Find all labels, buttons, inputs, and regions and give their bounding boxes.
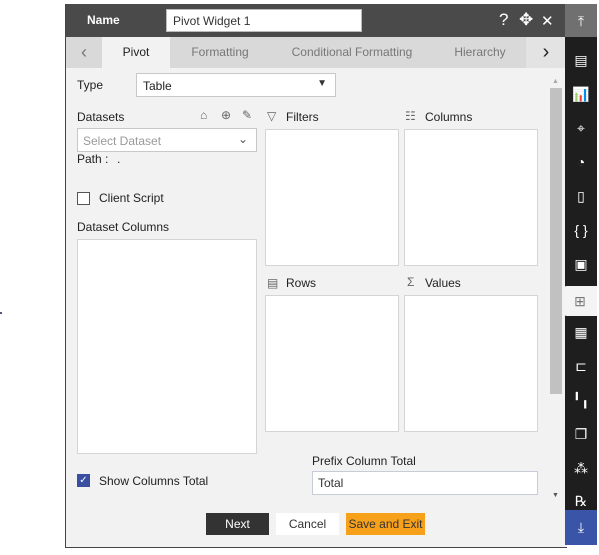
report-widget-icon[interactable]: ◔ xyxy=(565,145,597,179)
home-icon[interactable]: ⌂ xyxy=(200,108,207,122)
pivot-widget-panel: Name ? ✥ ✕ ‹ Pivot Formatting Conditiona… xyxy=(65,4,567,548)
add-circle-icon[interactable]: ⊕ xyxy=(221,108,231,122)
scroll-up-arrow-icon[interactable]: ▲ xyxy=(552,78,559,85)
form-widget-icon[interactable]: ▦ xyxy=(565,315,597,349)
chevron-down-icon: ⌄ xyxy=(237,132,248,146)
widget-sidebar: ⤒ ▤ 📊 ⌖ ◔ ▯ { } ▣ ⊞ ▦ ⊏ ╹╻ ❐ ⁂ ℞ ⤓ xyxy=(563,4,597,545)
sigma-icon: Σ xyxy=(407,275,415,289)
values-label: Values xyxy=(425,276,461,290)
scroll-down-arrow-icon[interactable]: ▼ xyxy=(552,492,559,499)
columns-label: Columns xyxy=(425,110,473,124)
tab-formatting[interactable]: Formatting xyxy=(170,37,270,68)
next-button[interactable]: Next xyxy=(206,513,269,535)
close-icon[interactable]: ✕ xyxy=(541,12,554,30)
move-icon[interactable]: ✥ xyxy=(519,10,533,30)
group-widget-icon[interactable]: ⁂ xyxy=(565,451,597,485)
path-value: . xyxy=(117,152,121,166)
document-widget-icon[interactable]: ▯ xyxy=(565,179,597,213)
path-label: Path : xyxy=(77,152,109,166)
dataset-columns-list[interactable] xyxy=(77,239,257,454)
help-icon[interactable]: ? xyxy=(499,10,508,30)
map-widget-icon[interactable]: ⌖ xyxy=(565,111,597,145)
chart-widget-icon[interactable]: 📊 xyxy=(565,77,597,111)
copy-widget-icon[interactable]: ❐ xyxy=(565,417,597,451)
pivot-widget-icon[interactable]: ⊞ xyxy=(563,286,597,316)
panel-header: Name ? ✥ ✕ xyxy=(66,4,566,37)
name-label: Name xyxy=(87,13,120,27)
rows-icon: ▤ xyxy=(267,276,279,290)
filter-icon: ▽ xyxy=(267,109,277,123)
widget-name-input[interactable] xyxy=(166,9,362,32)
columns-icon: ☷ xyxy=(405,109,416,123)
hierarchy-widget-icon[interactable]: ⊏ xyxy=(565,349,597,383)
image-widget-icon[interactable]: ▣ xyxy=(565,247,597,281)
filters-dropzone[interactable] xyxy=(265,129,399,266)
scroll-top-icon[interactable]: ⤒ xyxy=(565,4,597,37)
tab-prev-chevron-icon[interactable]: ‹ xyxy=(66,37,102,68)
scrollbar[interactable]: ▲ ▼ xyxy=(550,78,562,499)
tab-hierarchy[interactable]: Hierarchy xyxy=(434,37,526,68)
show-columns-total-checkbox[interactable]: ✓ xyxy=(77,474,90,487)
columns-dropzone[interactable] xyxy=(404,129,538,266)
values-dropzone[interactable] xyxy=(404,295,538,432)
prefix-column-total-input[interactable] xyxy=(312,471,538,495)
dataset-select[interactable]: Select Dataset ⌄ xyxy=(77,128,257,152)
caret-down-icon: ▼ xyxy=(317,78,327,89)
show-columns-total-label: Show Columns Total xyxy=(99,474,209,488)
tab-next-chevron-icon[interactable]: › xyxy=(526,37,566,68)
client-script-label: Client Script xyxy=(99,191,164,205)
tab-bar: ‹ Pivot Formatting Conditional Formattin… xyxy=(66,37,566,68)
client-script-checkbox[interactable] xyxy=(77,192,90,205)
kpi-widget-icon[interactable]: ╹╻ xyxy=(565,383,597,417)
code-widget-icon[interactable]: { } xyxy=(565,213,597,247)
prefix-column-total-label: Prefix Column Total xyxy=(312,454,416,468)
type-label: Type xyxy=(77,78,104,92)
table-widget-icon[interactable]: ▤ xyxy=(565,43,597,77)
dataset-placeholder: Select Dataset xyxy=(83,134,162,148)
rows-label: Rows xyxy=(286,276,317,290)
cancel-button[interactable]: Cancel xyxy=(276,513,339,535)
type-select[interactable]: Table ▼ xyxy=(136,73,336,97)
type-value: Table xyxy=(143,79,172,93)
save-and-exit-button[interactable]: Save and Exit xyxy=(346,513,425,535)
rows-dropzone[interactable] xyxy=(265,295,399,432)
datasets-label: Datasets xyxy=(77,110,125,124)
scrollbar-thumb[interactable] xyxy=(550,88,562,394)
tab-conditional-formatting[interactable]: Conditional Formatting xyxy=(270,37,434,68)
dataset-columns-label: Dataset Columns xyxy=(77,220,170,234)
stray-dot xyxy=(0,312,2,314)
scroll-bottom-icon[interactable]: ⤓ xyxy=(565,510,597,545)
edit-icon[interactable]: ✎ xyxy=(242,108,252,122)
filters-label: Filters xyxy=(286,110,319,124)
tab-pivot[interactable]: Pivot xyxy=(102,37,170,68)
